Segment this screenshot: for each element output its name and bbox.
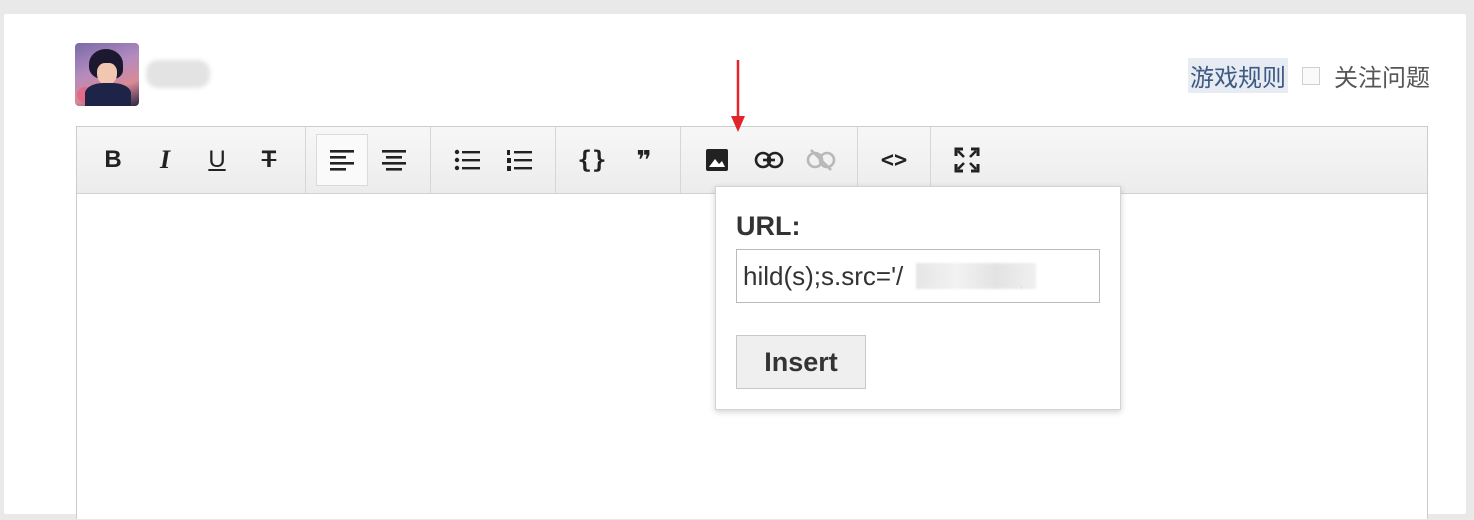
list-group [431,127,556,193]
braces-icon: {} [577,146,607,174]
alignment-group [306,127,431,193]
annotation-arrow [731,60,745,132]
bullet-list-button[interactable] [441,134,493,186]
align-center-icon [382,150,406,171]
italic-button[interactable]: I [139,134,191,186]
fullscreen-icon [954,147,980,173]
insert-link-button[interactable] [743,134,795,186]
bold-icon: B [104,146,122,173]
username-redacted [146,60,210,88]
underline-button[interactable]: U [191,134,243,186]
url-label: URL: [736,211,801,241]
view-group [931,127,1003,193]
avatar-body [85,83,131,106]
bold-button[interactable]: B [87,134,139,186]
blockquote-button[interactable]: ❞ [618,134,670,186]
align-left-button[interactable] [316,134,368,186]
user-avatar[interactable] [75,43,139,106]
unlink-icon [806,149,836,171]
quote-icon: ❞ [636,144,652,175]
strikethrough-button[interactable]: T [243,134,295,186]
code-block-button[interactable]: {} [566,134,618,186]
link-icon [754,151,784,169]
follow-question-label[interactable]: 关注问题 [1334,58,1430,93]
italic-icon: I [159,145,171,174]
fullscreen-button[interactable] [941,134,993,186]
insert-button[interactable]: Insert [736,335,866,389]
source-code-button[interactable]: <> [868,134,920,186]
unlink-button[interactable] [795,134,847,186]
source-group: <> [858,127,931,193]
align-left-icon [330,150,354,171]
bullet-list-icon [454,149,480,171]
insert-image-button[interactable] [691,134,743,186]
block-group: {} ❞ [556,127,681,193]
text-style-group: B I U T [77,127,306,193]
align-center-button[interactable] [368,134,420,186]
game-rules-link[interactable]: 游戏规则 [1188,58,1288,93]
media-group [681,127,858,193]
url-redacted-segment [916,263,1036,289]
editor-toolbar: B I U T {} ❞ <> [77,127,1427,194]
question-actions: 游戏规则 关注问题 [1188,58,1430,93]
numbered-list-button[interactable] [493,134,545,186]
insert-image-popup: URL: Insert [715,186,1121,410]
avatar-face [97,63,117,85]
underline-icon: U [208,146,226,173]
follow-checkbox[interactable] [1302,66,1320,85]
strikethrough-icon: T [261,146,277,173]
numbered-list-icon [507,150,532,171]
code-icon: <> [880,147,908,173]
image-icon [706,149,728,171]
